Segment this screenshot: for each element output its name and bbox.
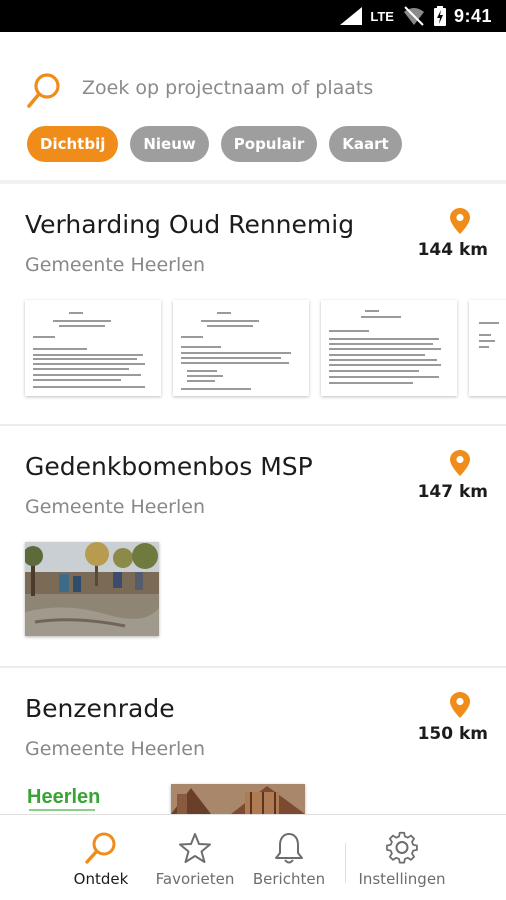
document-thumbnails (25, 300, 506, 396)
distance: 147 km (398, 450, 488, 502)
project-photo[interactable] (171, 784, 305, 814)
star-icon (179, 833, 211, 863)
nav-label: Berichten (252, 870, 326, 888)
project-municipality: Gemeente Heerlen (25, 738, 206, 760)
bell-icon (275, 833, 303, 864)
nav-ontdek[interactable]: Ontdek (62, 815, 140, 900)
location-pin-icon (450, 450, 470, 476)
project-photo[interactable] (25, 542, 159, 636)
project-card[interactable]: Gedenkbomenbos MSP Gemeente Heerlen 147 … (0, 426, 506, 668)
distance-value: 150 km (417, 724, 488, 744)
filter-chips: Dichtbij Nieuw Populair Kaart (27, 126, 402, 162)
status-bar: LTE 9:41 (0, 0, 506, 32)
nav-label: Favorieten (155, 870, 235, 888)
project-municipality: Gemeente Heerlen (25, 496, 206, 518)
chip-dichtbij[interactable]: Dichtbij (27, 126, 119, 162)
heerlen-logo-thumbnail[interactable]: Heerlen (25, 784, 159, 814)
network-type: LTE (370, 8, 394, 24)
location-pin-icon (450, 692, 470, 718)
project-card[interactable]: Benzenrade Gemeente Heerlen 150 km Heerl… (0, 668, 506, 814)
clock: 9:41 (453, 5, 492, 26)
search-icon[interactable] (26, 72, 62, 112)
project-title: Gedenkbomenbos MSP (25, 452, 313, 481)
search-input[interactable]: Zoek op projectnaam of plaats (82, 77, 373, 99)
battery-charging-icon (433, 6, 446, 26)
document-thumbnail[interactable] (25, 300, 161, 396)
nav-favorieten[interactable]: Favorieten (150, 815, 240, 900)
search-header: Zoek op projectnaam of plaats Dichtbij N… (0, 32, 506, 180)
project-title: Benzenrade (25, 694, 175, 723)
distance-value: 147 km (417, 482, 488, 502)
chip-populair[interactable]: Populair (220, 126, 318, 162)
document-thumbnail[interactable] (469, 300, 506, 396)
nav-label: Ontdek (73, 870, 129, 888)
project-municipality: Gemeente Heerlen (25, 254, 206, 276)
wifi-off-icon (403, 6, 424, 26)
nav-instellingen[interactable]: Instellingen (352, 815, 452, 900)
nav-label: Instellingen (358, 870, 446, 888)
gear-icon (386, 831, 418, 864)
project-card[interactable]: Verharding Oud Rennemig Gemeente Heerlen… (0, 184, 506, 426)
document-thumbnail[interactable] (321, 300, 457, 396)
distance-value: 144 km (417, 240, 488, 260)
heerlen-logo: Heerlen (27, 786, 101, 808)
bottom-navigation: Ontdek Favorieten Berichten Instellingen (0, 814, 506, 900)
project-title: Verharding Oud Rennemig (25, 210, 355, 239)
chip-nieuw[interactable]: Nieuw (130, 126, 209, 162)
distance: 150 km (398, 692, 488, 744)
signal-icon (340, 7, 363, 25)
media-thumbnails: Heerlen (25, 784, 305, 814)
chip-kaart[interactable]: Kaart (329, 126, 402, 162)
nav-berichten[interactable]: Berichten (246, 815, 332, 900)
photo-thumbnails (25, 542, 159, 636)
document-thumbnail[interactable] (173, 300, 309, 396)
distance: 144 km (398, 208, 488, 260)
location-pin-icon (450, 208, 470, 234)
search-icon (85, 832, 116, 864)
nav-divider (345, 843, 346, 883)
